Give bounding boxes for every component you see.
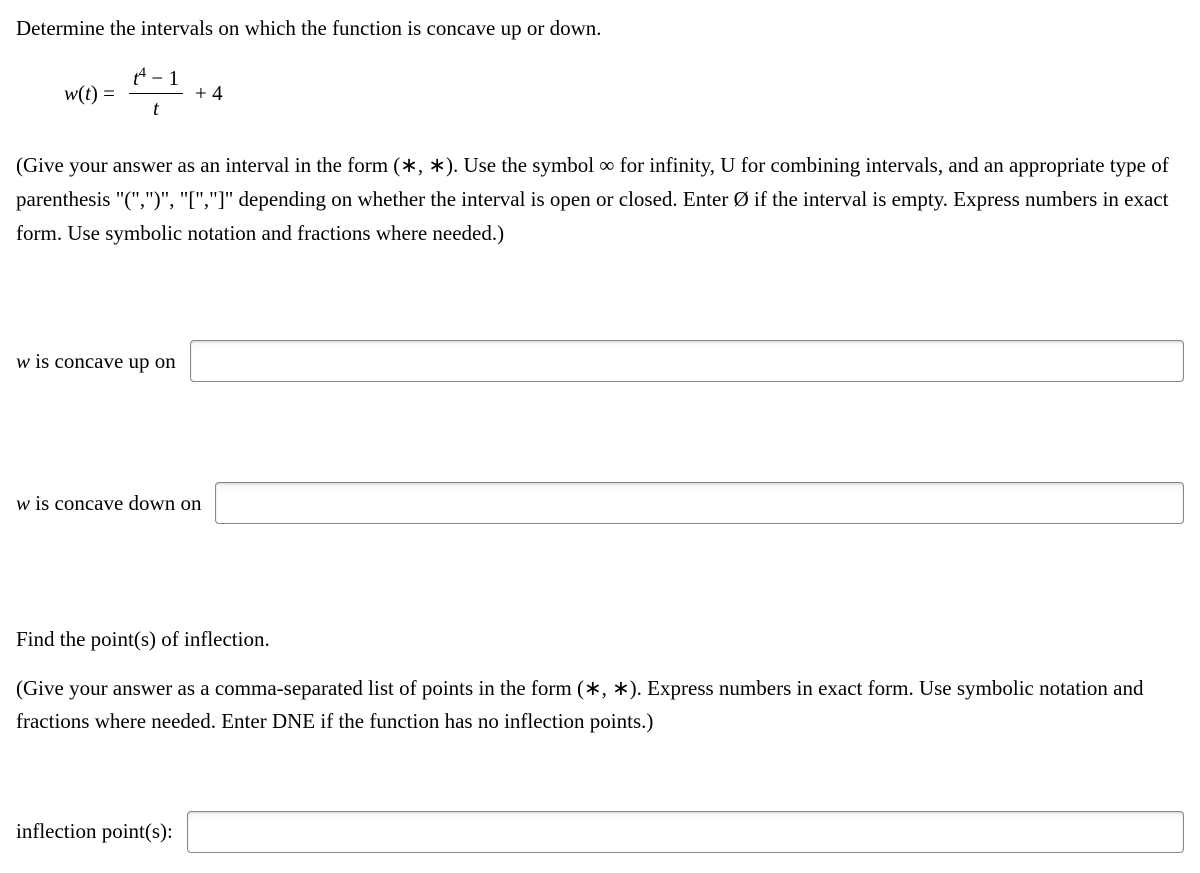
- part2-heading: Find the point(s) of inflection.: [16, 624, 1184, 656]
- concave-down-label: w is concave down on: [16, 491, 201, 516]
- formula-lhs-var: w: [64, 81, 78, 105]
- inflection-row: inflection point(s):: [16, 811, 1184, 853]
- concave-up-row: w is concave up on: [16, 340, 1184, 382]
- instruction-1: (Give your answer as an interval in the …: [16, 149, 1184, 250]
- concave-down-row: w is concave down on: [16, 482, 1184, 524]
- inflection-input[interactable]: [187, 811, 1184, 853]
- inflection-label: inflection point(s):: [16, 819, 173, 844]
- formula-num-minus: − 1: [146, 66, 179, 90]
- formula: w(t) = t4 − 1 t + 4: [64, 65, 1184, 121]
- question-prompt: Determine the intervals on which the fun…: [16, 14, 1184, 43]
- formula-fraction: t4 − 1 t: [129, 65, 183, 121]
- concave-up-input[interactable]: [190, 340, 1184, 382]
- formula-plus-term: + 4: [195, 81, 223, 106]
- formula-den: t: [149, 94, 163, 121]
- concave-down-input[interactable]: [215, 482, 1184, 524]
- instruction-2: (Give your answer as a comma-separated l…: [16, 672, 1184, 739]
- concave-up-label: w is concave up on: [16, 349, 176, 374]
